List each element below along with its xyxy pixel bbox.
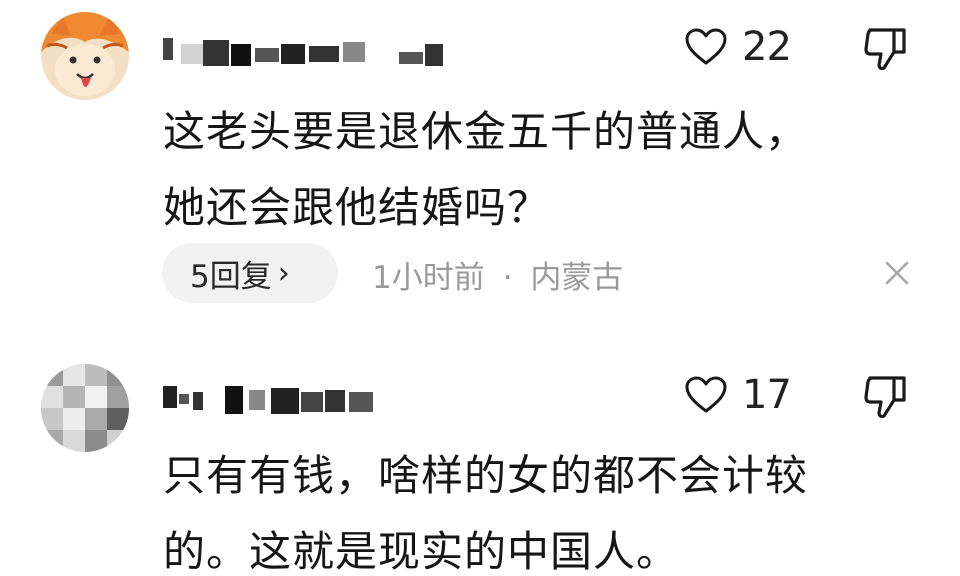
user-avatar[interactable] <box>41 364 129 452</box>
user-avatar[interactable] <box>41 12 129 100</box>
chevron-right-icon: › <box>277 255 290 291</box>
thumbs-down-icon <box>864 28 906 71</box>
dislike-button[interactable] <box>862 26 910 76</box>
close-icon[interactable] <box>880 256 914 290</box>
thumbs-down-icon <box>864 376 906 419</box>
heart-icon[interactable] <box>684 375 728 415</box>
username-redacted[interactable] <box>163 30 453 70</box>
comment-meta: 1小时前 · 内蒙古 <box>372 252 623 297</box>
like-count: 22 <box>742 24 792 70</box>
comment-item: 22 这老头要是退休金五千的普通人， 她还会跟他结婚吗？ 5回复 › 1小时前 … <box>0 0 960 320</box>
heart-icon[interactable] <box>684 27 728 67</box>
close-x-glyph <box>885 261 909 285</box>
redacted-name-mosaic <box>163 38 443 66</box>
pixelated-avatar-icon <box>41 364 129 452</box>
like-group[interactable]: 17 <box>684 372 792 418</box>
replies-button[interactable]: 5回复 › <box>162 243 338 303</box>
comment-thread: 22 这老头要是退休金五千的普通人， 她还会跟他结婚吗？ 5回复 › 1小时前 … <box>0 0 960 576</box>
comment-time: 1小时前 <box>372 260 485 296</box>
comment-body: 只有有钱，啥样的女的都不会计较 的。这就是现实的中国人。 <box>163 451 809 576</box>
comment-body: 这老头要是退休金五千的普通人， 她还会跟他结婚吗？ <box>163 107 809 232</box>
comment-item: 17 只有有钱，啥样的女的都不会计较 的。这就是现实的中国人。 <box>0 320 960 576</box>
username-redacted[interactable] <box>163 378 393 418</box>
like-group[interactable]: 22 <box>684 24 792 70</box>
comment-location: 内蒙古 <box>530 260 624 296</box>
dislike-button[interactable] <box>862 374 910 424</box>
like-count: 17 <box>742 372 792 418</box>
replies-label: 5回复 <box>190 258 272 295</box>
orange-cat-avatar-icon <box>41 12 129 100</box>
redacted-name-mosaic <box>163 386 373 414</box>
meta-separator: · <box>502 260 513 296</box>
